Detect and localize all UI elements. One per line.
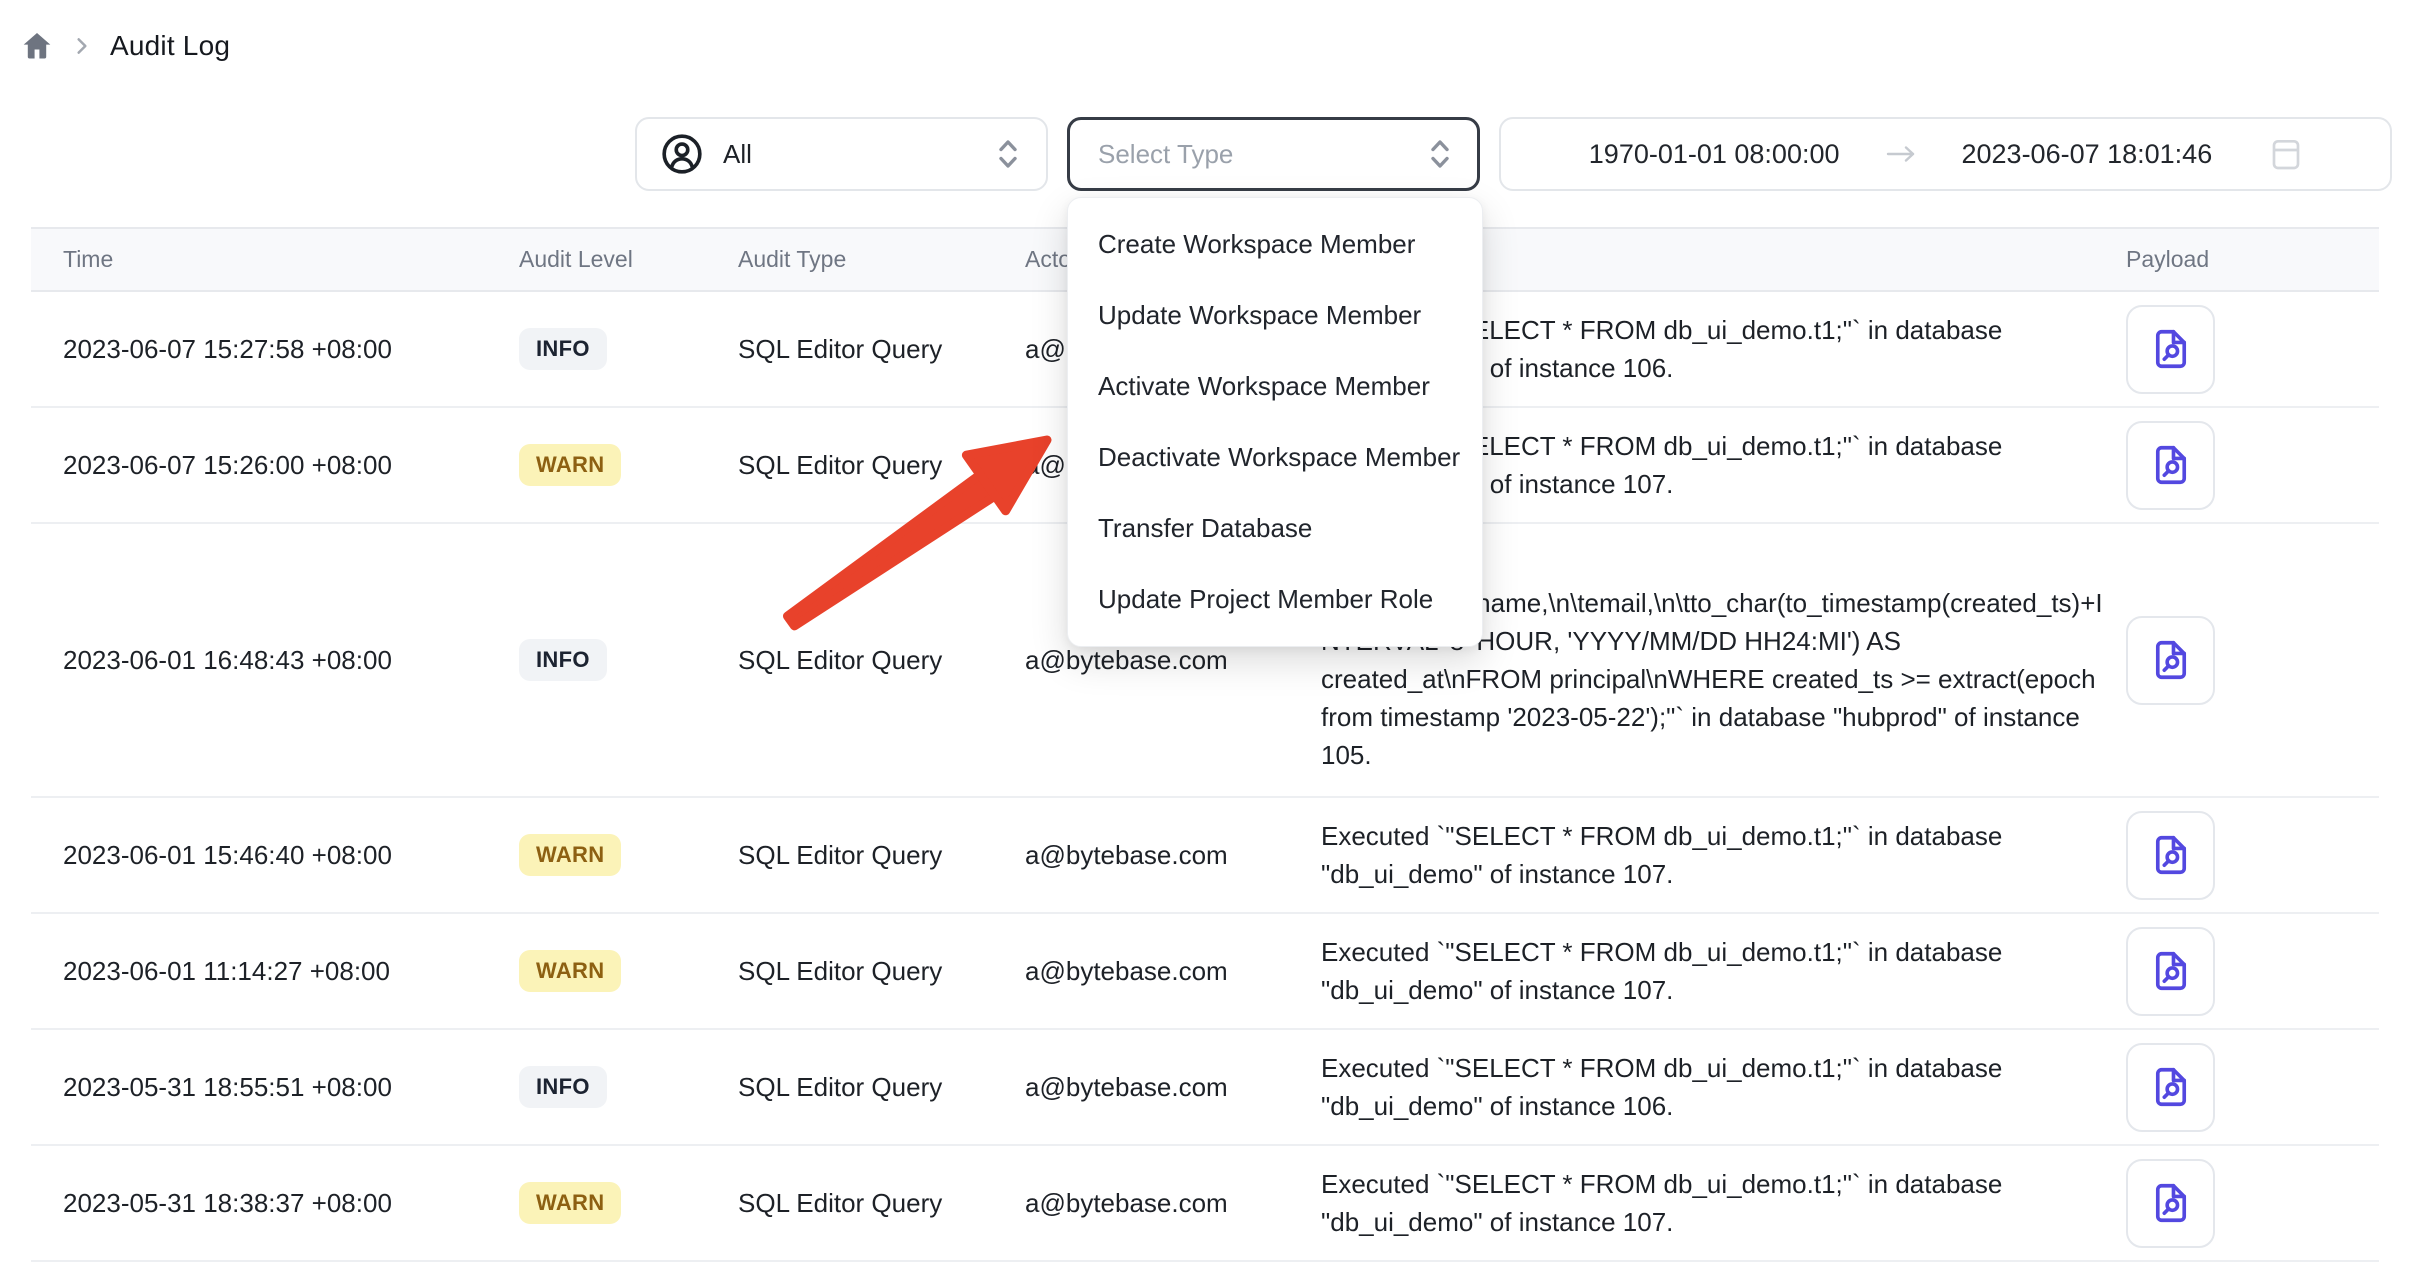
- cell-time: 2023-05-31 18:55:51 +08:00: [31, 1072, 519, 1103]
- date-range-picker[interactable]: 1970-01-01 08:00:00 2023-06-07 18:01:46: [1499, 117, 2392, 191]
- cell-payload: [2126, 421, 2379, 510]
- cell-time: 2023-06-01 16:48:43 +08:00: [31, 645, 519, 676]
- type-dropdown-menu: Create Workspace Member Update Workspace…: [1067, 197, 1483, 647]
- cell-payload: [2126, 1043, 2379, 1132]
- status-badge: WARN: [519, 1182, 621, 1224]
- menu-item-activate-workspace-member[interactable]: Activate Workspace Member: [1068, 351, 1482, 422]
- file-search-icon: [2148, 326, 2194, 372]
- cell-audit-type: SQL Editor Query: [738, 840, 1025, 871]
- file-search-icon: [2148, 948, 2194, 994]
- table-row: 2023-06-01 15:46:40 +08:00 WARN SQL Edit…: [31, 798, 2379, 914]
- column-header-payload: Payload: [2126, 246, 2379, 273]
- date-range-start[interactable]: 1970-01-01 08:00:00: [1589, 139, 1840, 170]
- user-circle-icon: [659, 131, 705, 177]
- file-search-icon: [2148, 1180, 2194, 1226]
- file-search-icon: [2148, 1064, 2194, 1110]
- payload-button[interactable]: [2126, 305, 2215, 394]
- cell-payload: [2126, 616, 2379, 705]
- cell-time: 2023-06-01 11:14:27 +08:00: [31, 956, 519, 987]
- cell-comment: Executed `"SELECT * FROM db_ui_demo.t1;"…: [1321, 914, 2126, 1028]
- select-chevrons-icon: [996, 136, 1020, 172]
- type-filter-placeholder: Select Type: [1098, 139, 1428, 170]
- range-arrow-icon: [1884, 142, 1918, 166]
- cell-actor: a@bytebase.com: [1025, 840, 1321, 871]
- file-search-icon: [2148, 637, 2194, 683]
- cell-payload: [2126, 1159, 2379, 1248]
- cell-comment: Executed `"SELECT * FROM db_ui_demo.t1;"…: [1321, 798, 2126, 912]
- cell-audit-type: SQL Editor Query: [738, 450, 1025, 481]
- table-row: 2023-06-01 11:14:27 +08:00 WARN SQL Edit…: [31, 914, 2379, 1030]
- breadcrumb-chevron-icon: [72, 36, 92, 56]
- cell-time: 2023-06-07 15:27:58 +08:00: [31, 334, 519, 365]
- calendar-icon: [2270, 136, 2302, 172]
- cell-payload: [2126, 927, 2379, 1016]
- cell-actor: a@bytebase.com: [1025, 956, 1321, 987]
- status-badge: WARN: [519, 834, 621, 876]
- payload-button[interactable]: [2126, 1159, 2215, 1248]
- cell-audit-level: WARN: [519, 834, 738, 876]
- breadcrumb: Audit Log: [20, 24, 230, 68]
- cell-audit-level: WARN: [519, 1182, 738, 1224]
- column-header-audit-type: Audit Type: [738, 246, 1025, 273]
- cell-payload: [2126, 305, 2379, 394]
- menu-item-update-project-member-role[interactable]: Update Project Member Role: [1068, 564, 1482, 635]
- payload-button[interactable]: [2126, 811, 2215, 900]
- status-badge: WARN: [519, 950, 621, 992]
- cell-audit-type: SQL Editor Query: [738, 956, 1025, 987]
- table-row-partial: [31, 1262, 2379, 1278]
- cell-audit-level: INFO: [519, 639, 738, 681]
- payload-button[interactable]: [2126, 616, 2215, 705]
- cell-comment: Executed `"SELECT * FROM db_ui_demo.t1;"…: [1321, 1146, 2126, 1260]
- column-header-audit-level: Audit Level: [519, 246, 738, 273]
- cell-audit-level: INFO: [519, 1066, 738, 1108]
- cell-actor: a@bytebase.com: [1025, 1188, 1321, 1219]
- payload-button[interactable]: [2126, 927, 2215, 1016]
- menu-item-transfer-database[interactable]: Transfer Database: [1068, 493, 1482, 564]
- actor-filter-value: All: [723, 139, 978, 170]
- payload-button[interactable]: [2126, 1043, 2215, 1132]
- cell-comment: Executed `"SELECT * FROM db_ui_demo.t1;"…: [1321, 1030, 2126, 1144]
- status-badge: WARN: [519, 444, 621, 486]
- cell-audit-level: WARN: [519, 444, 738, 486]
- cell-time: 2023-06-01 15:46:40 +08:00: [31, 840, 519, 871]
- menu-item-update-workspace-member[interactable]: Update Workspace Member: [1068, 280, 1482, 351]
- status-badge: INFO: [519, 639, 607, 681]
- page-title: Audit Log: [110, 30, 230, 62]
- cell-payload: [2126, 811, 2379, 900]
- cell-audit-type: SQL Editor Query: [738, 645, 1025, 676]
- status-badge: INFO: [519, 1066, 607, 1108]
- cell-audit-level: INFO: [519, 328, 738, 370]
- actor-filter-select[interactable]: All: [635, 117, 1048, 191]
- type-filter-select[interactable]: Select Type: [1067, 117, 1480, 191]
- cell-actor: a@bytebase.com: [1025, 1072, 1321, 1103]
- menu-item-create-workspace-member[interactable]: Create Workspace Member: [1068, 209, 1482, 280]
- table-row: 2023-05-31 18:55:51 +08:00 INFO SQL Edit…: [31, 1030, 2379, 1146]
- filter-bar: All Select Type 1970-01-01 08:00:00 2023…: [635, 117, 2392, 191]
- cell-actor: a@bytebase.com: [1025, 645, 1321, 676]
- cell-time: 2023-05-31 18:38:37 +08:00: [31, 1188, 519, 1219]
- cell-audit-type: SQL Editor Query: [738, 1072, 1025, 1103]
- cell-audit-type: SQL Editor Query: [738, 334, 1025, 365]
- payload-button[interactable]: [2126, 421, 2215, 510]
- select-chevrons-icon: [1428, 136, 1452, 172]
- status-badge: INFO: [519, 328, 607, 370]
- date-range-end[interactable]: 2023-06-07 18:01:46: [1962, 139, 2213, 170]
- cell-audit-type: SQL Editor Query: [738, 1188, 1025, 1219]
- home-icon[interactable]: [20, 29, 54, 63]
- file-search-icon: [2148, 442, 2194, 488]
- file-search-icon: [2148, 832, 2194, 878]
- cell-audit-level: WARN: [519, 950, 738, 992]
- menu-item-deactivate-workspace-member[interactable]: Deactivate Workspace Member: [1068, 422, 1482, 493]
- column-header-time: Time: [31, 246, 519, 273]
- cell-time: 2023-06-07 15:26:00 +08:00: [31, 450, 519, 481]
- table-row: 2023-05-31 18:38:37 +08:00 WARN SQL Edit…: [31, 1146, 2379, 1262]
